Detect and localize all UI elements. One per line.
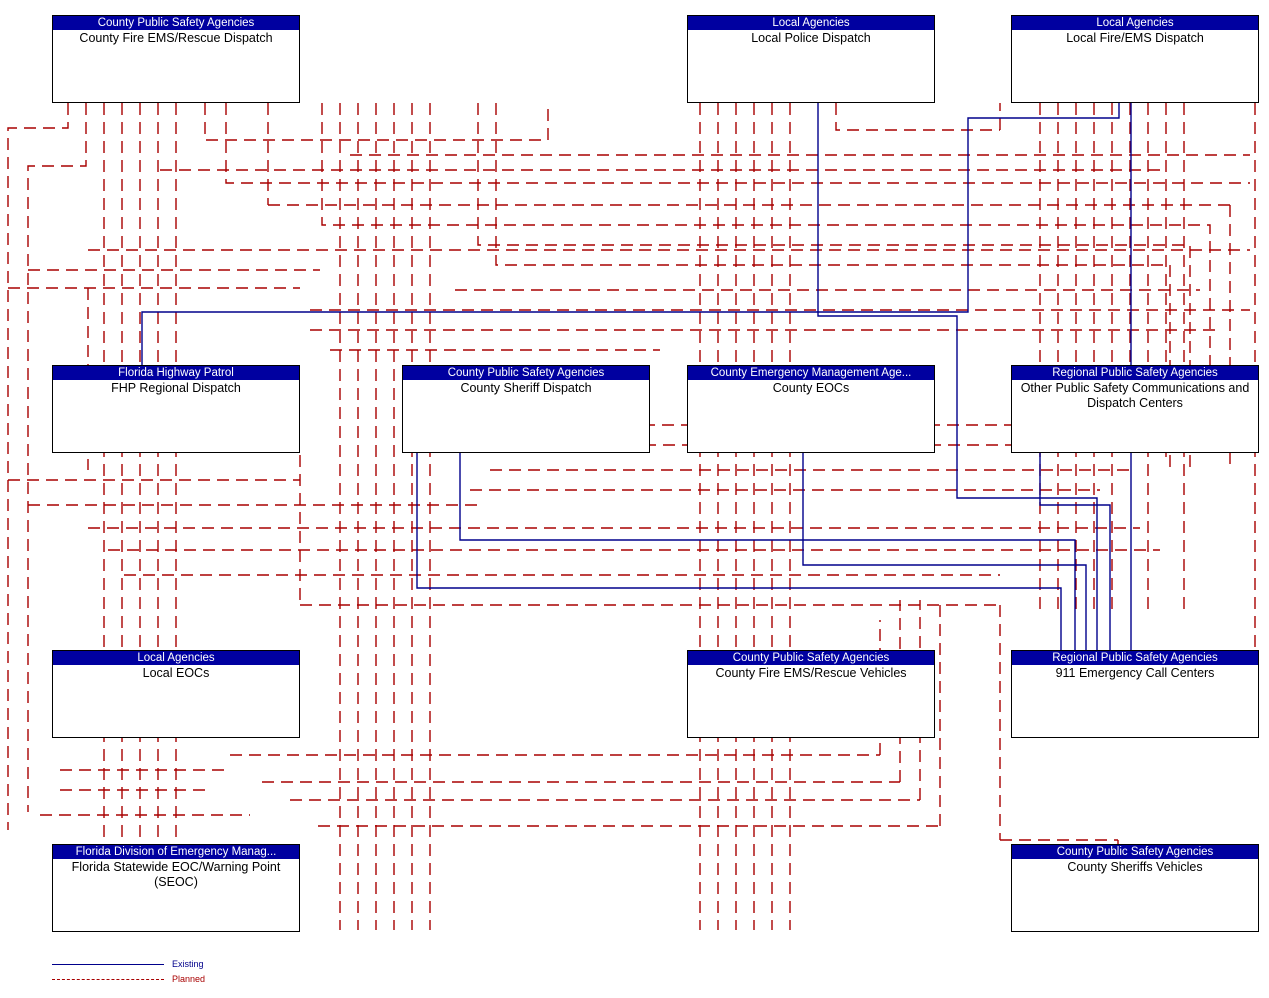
node-element-label: County EOCs — [772, 381, 850, 395]
node-element-label: Local Fire/EMS Dispatch — [1066, 31, 1204, 45]
planned-connector — [225, 103, 1250, 184]
existing-connector — [416, 453, 1062, 650]
node-element-label: County Fire EMS/Rescue Dispatch — [79, 31, 273, 45]
node-element-label: Other Public Safety Communications and D… — [1020, 381, 1250, 410]
node-county-sheriffs-vehicles[interactable]: County Public Safety Agencies County Sher… — [1011, 844, 1259, 932]
legend-item-existing: Existing — [52, 958, 282, 972]
node-element-label: Local EOCs — [142, 666, 210, 680]
node-local-eocs[interactable]: Local Agencies Local EOCs — [52, 650, 300, 738]
node-county-eocs[interactable]: County Emergency Management Age... County… — [687, 365, 935, 453]
node-other-public-safety-comms[interactable]: Regional Public Safety Agencies Other Pub… — [1011, 365, 1259, 453]
node-element-label: FHP Regional Dispatch — [111, 381, 241, 395]
node-element-label: County Fire EMS/Rescue Vehicles — [715, 666, 907, 680]
node-element-label: County Sheriff Dispatch — [460, 381, 592, 395]
node-element-label: 911 Emergency Call Centers — [1055, 666, 1215, 680]
node-county-sheriff-dispatch[interactable]: County Public Safety Agencies County Sher… — [402, 365, 650, 453]
existing-connector — [459, 453, 1076, 650]
existing-connector — [141, 103, 1120, 365]
node-florida-statewide-eoc-warning-point[interactable]: Florida Division of Emergency Manag... Fl… — [52, 844, 300, 932]
node-stakeholder-title: County Public Safety Agencies — [688, 651, 934, 665]
node-stakeholder-title: Florida Highway Patrol — [53, 366, 299, 380]
node-stakeholder-title: Local Agencies — [1012, 16, 1258, 30]
legend: Existing Planned — [52, 958, 282, 990]
node-local-fire-ems-dispatch[interactable]: Local Agencies Local Fire/EMS Dispatch — [1011, 15, 1259, 103]
node-stakeholder-title: County Public Safety Agencies — [403, 366, 649, 380]
node-stakeholder-title: Local Agencies — [688, 16, 934, 30]
legend-item-planned: Planned — [52, 973, 282, 987]
node-county-fire-ems-rescue-dispatch[interactable]: County Public Safety Agencies County Fire… — [52, 15, 300, 103]
node-stakeholder-title: County Emergency Management Age... — [688, 366, 934, 380]
legend-swatch-existing — [52, 964, 164, 965]
node-county-fire-ems-rescue-vehicles[interactable]: County Public Safety Agencies County Fire… — [687, 650, 935, 738]
node-element-label: County Sheriffs Vehicles — [1067, 860, 1203, 874]
node-local-police-dispatch[interactable]: Local Agencies Local Police Dispatch — [687, 15, 935, 103]
planned-connector-group — [7, 103, 1256, 930]
node-stakeholder-title: Regional Public Safety Agencies — [1012, 366, 1258, 380]
node-stakeholder-title: County Public Safety Agencies — [53, 16, 299, 30]
planned-connector — [835, 103, 1000, 131]
node-stakeholder-title: Local Agencies — [53, 651, 299, 665]
node-stakeholder-title: County Public Safety Agencies — [1012, 845, 1258, 859]
node-911-emergency-call-centers[interactable]: Regional Public Safety Agencies 911 Emerg… — [1011, 650, 1259, 738]
existing-connector — [1039, 453, 1111, 650]
node-element-label: Florida Statewide EOC/Warning Point (SEO… — [71, 860, 281, 889]
node-stakeholder-title: Florida Division of Emergency Manag... — [53, 845, 299, 859]
existing-connector — [802, 453, 1087, 650]
planned-connector — [204, 103, 548, 141]
legend-swatch-planned — [52, 979, 164, 980]
architecture-diagram: County Public Safety Agencies County Fire… — [0, 0, 1269, 998]
node-element-label: Local Police Dispatch — [751, 31, 871, 45]
node-fhp-regional-dispatch[interactable]: Florida Highway Patrol FHP Regional Dispa… — [52, 365, 300, 453]
legend-label-planned: Planned — [172, 974, 206, 984]
legend-label-existing: Existing — [172, 959, 204, 969]
node-stakeholder-title: Regional Public Safety Agencies — [1012, 651, 1258, 665]
